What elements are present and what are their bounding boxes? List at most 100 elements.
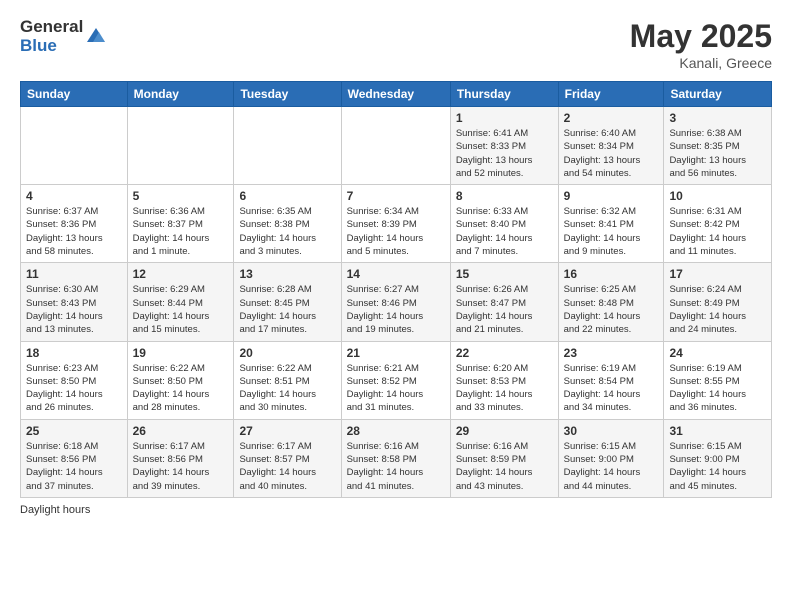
calendar-cell: 8Sunrise: 6:33 AM Sunset: 8:40 PM Daylig… xyxy=(450,185,558,263)
month-year: May 2025 xyxy=(630,18,772,55)
day-info: Sunrise: 6:34 AM Sunset: 8:39 PM Dayligh… xyxy=(347,205,445,258)
logo: General Blue xyxy=(20,18,107,55)
header-sunday: Sunday xyxy=(21,82,128,107)
day-number: 17 xyxy=(669,267,766,281)
day-number: 27 xyxy=(239,424,335,438)
day-info: Sunrise: 6:16 AM Sunset: 8:59 PM Dayligh… xyxy=(456,440,553,493)
header: General Blue May 2025 Kanali, Greece xyxy=(20,18,772,71)
day-info: Sunrise: 6:38 AM Sunset: 8:35 PM Dayligh… xyxy=(669,127,766,180)
day-info: Sunrise: 6:28 AM Sunset: 8:45 PM Dayligh… xyxy=(239,283,335,336)
calendar-cell xyxy=(234,107,341,185)
day-number: 24 xyxy=(669,346,766,360)
day-info: Sunrise: 6:40 AM Sunset: 8:34 PM Dayligh… xyxy=(564,127,659,180)
calendar-cell xyxy=(21,107,128,185)
day-number: 23 xyxy=(564,346,659,360)
day-info: Sunrise: 6:37 AM Sunset: 8:36 PM Dayligh… xyxy=(26,205,122,258)
calendar-cell: 6 Sunrise: 6:35 AM Sunset: 8:38 PM Daylig… xyxy=(234,185,341,263)
day-info: Sunrise: 6:19 AM Sunset: 8:54 PM Dayligh… xyxy=(564,362,659,415)
day-info: Sunrise: 6:25 AM Sunset: 8:48 PM Dayligh… xyxy=(564,283,659,336)
day-number: 16 xyxy=(564,267,659,281)
day-number: 12 xyxy=(133,267,229,281)
day-number: 15 xyxy=(456,267,553,281)
day-number: 26 xyxy=(133,424,229,438)
day-info: Sunrise: 6:22 AM Sunset: 8:51 PM Dayligh… xyxy=(239,362,335,415)
day-number: 10 xyxy=(669,189,766,203)
calendar-cell: 25Sunrise: 6:18 AM Sunset: 8:56 PM Dayli… xyxy=(21,419,128,497)
calendar-cell: 5Sunrise: 6:36 AM Sunset: 8:37 PM Daylig… xyxy=(127,185,234,263)
footer: Daylight hours xyxy=(20,504,772,516)
calendar-cell: 2Sunrise: 6:40 AM Sunset: 8:34 PM Daylig… xyxy=(558,107,664,185)
logo-text: General Blue xyxy=(20,18,83,55)
day-number: 6 xyxy=(239,189,335,203)
calendar-table: Sunday Monday Tuesday Wednesday Thursday… xyxy=(20,81,772,498)
header-monday: Monday xyxy=(127,82,234,107)
day-number: 9 xyxy=(564,189,659,203)
day-info: Sunrise: 6:15 AM Sunset: 9:00 PM Dayligh… xyxy=(669,440,766,493)
daylight-label: Daylight hours xyxy=(20,504,90,516)
calendar-cell: 30 Sunrise: 6:15 AM Sunset: 9:00 PM Dayli… xyxy=(558,419,664,497)
calendar-cell: 13 Sunrise: 6:28 AM Sunset: 8:45 PM Dayli… xyxy=(234,263,341,341)
day-number: 21 xyxy=(347,346,445,360)
calendar-cell: 11Sunrise: 6:30 AM Sunset: 8:43 PM Dayli… xyxy=(21,263,128,341)
day-info: Sunrise: 6:20 AM Sunset: 8:53 PM Dayligh… xyxy=(456,362,553,415)
calendar-cell: 18Sunrise: 6:23 AM Sunset: 8:50 PM Dayli… xyxy=(21,341,128,419)
calendar-cell: 29 Sunrise: 6:16 AM Sunset: 8:59 PM Dayli… xyxy=(450,419,558,497)
logo-icon xyxy=(85,24,107,46)
calendar-cell: 31Sunrise: 6:15 AM Sunset: 9:00 PM Dayli… xyxy=(664,419,772,497)
calendar-week-4: 18Sunrise: 6:23 AM Sunset: 8:50 PM Dayli… xyxy=(21,341,772,419)
day-number: 4 xyxy=(26,189,122,203)
day-info: Sunrise: 6:27 AM Sunset: 8:46 PM Dayligh… xyxy=(347,283,445,336)
calendar-week-5: 25Sunrise: 6:18 AM Sunset: 8:56 PM Dayli… xyxy=(21,419,772,497)
header-saturday: Saturday xyxy=(664,82,772,107)
header-tuesday: Tuesday xyxy=(234,82,341,107)
header-wednesday: Wednesday xyxy=(341,82,450,107)
day-number: 1 xyxy=(456,111,553,125)
day-number: 7 xyxy=(347,189,445,203)
calendar-week-1: 1Sunrise: 6:41 AM Sunset: 8:33 PM Daylig… xyxy=(21,107,772,185)
day-info: Sunrise: 6:32 AM Sunset: 8:41 PM Dayligh… xyxy=(564,205,659,258)
calendar-week-3: 11Sunrise: 6:30 AM Sunset: 8:43 PM Dayli… xyxy=(21,263,772,341)
calendar-cell: 16 Sunrise: 6:25 AM Sunset: 8:48 PM Dayli… xyxy=(558,263,664,341)
day-info: Sunrise: 6:19 AM Sunset: 8:55 PM Dayligh… xyxy=(669,362,766,415)
day-number: 22 xyxy=(456,346,553,360)
calendar-cell: 27Sunrise: 6:17 AM Sunset: 8:57 PM Dayli… xyxy=(234,419,341,497)
day-info: Sunrise: 6:35 AM Sunset: 8:38 PM Dayligh… xyxy=(239,205,335,258)
day-info: Sunrise: 6:17 AM Sunset: 8:56 PM Dayligh… xyxy=(133,440,229,493)
calendar-cell: 9 Sunrise: 6:32 AM Sunset: 8:41 PM Daylig… xyxy=(558,185,664,263)
calendar-cell: 22 Sunrise: 6:20 AM Sunset: 8:53 PM Dayli… xyxy=(450,341,558,419)
day-info: Sunrise: 6:29 AM Sunset: 8:44 PM Dayligh… xyxy=(133,283,229,336)
day-info: Sunrise: 6:31 AM Sunset: 8:42 PM Dayligh… xyxy=(669,205,766,258)
day-info: Sunrise: 6:16 AM Sunset: 8:58 PM Dayligh… xyxy=(347,440,445,493)
calendar-cell: 1Sunrise: 6:41 AM Sunset: 8:33 PM Daylig… xyxy=(450,107,558,185)
calendar-cell: 4 Sunrise: 6:37 AM Sunset: 8:36 PM Daylig… xyxy=(21,185,128,263)
calendar-cell: 12 Sunrise: 6:29 AM Sunset: 8:44 PM Dayli… xyxy=(127,263,234,341)
day-number: 30 xyxy=(564,424,659,438)
day-info: Sunrise: 6:36 AM Sunset: 8:37 PM Dayligh… xyxy=(133,205,229,258)
header-friday: Friday xyxy=(558,82,664,107)
day-number: 13 xyxy=(239,267,335,281)
calendar-cell: 15 Sunrise: 6:26 AM Sunset: 8:47 PM Dayli… xyxy=(450,263,558,341)
day-number: 20 xyxy=(239,346,335,360)
calendar-cell: 26 Sunrise: 6:17 AM Sunset: 8:56 PM Dayli… xyxy=(127,419,234,497)
calendar-cell: 28Sunrise: 6:16 AM Sunset: 8:58 PM Dayli… xyxy=(341,419,450,497)
day-info: Sunrise: 6:15 AM Sunset: 9:00 PM Dayligh… xyxy=(564,440,659,493)
weekday-header-row: Sunday Monday Tuesday Wednesday Thursday… xyxy=(21,82,772,107)
day-number: 3 xyxy=(669,111,766,125)
day-info: Sunrise: 6:18 AM Sunset: 8:56 PM Dayligh… xyxy=(26,440,122,493)
calendar-cell: 21Sunrise: 6:21 AM Sunset: 8:52 PM Dayli… xyxy=(341,341,450,419)
calendar-cell: 23 Sunrise: 6:19 AM Sunset: 8:54 PM Dayli… xyxy=(558,341,664,419)
calendar-cell: 20 Sunrise: 6:22 AM Sunset: 8:51 PM Dayli… xyxy=(234,341,341,419)
logo-blue: Blue xyxy=(20,37,83,56)
day-number: 18 xyxy=(26,346,122,360)
calendar-week-2: 4 Sunrise: 6:37 AM Sunset: 8:36 PM Daylig… xyxy=(21,185,772,263)
day-number: 8 xyxy=(456,189,553,203)
calendar-cell xyxy=(341,107,450,185)
day-info: Sunrise: 6:26 AM Sunset: 8:47 PM Dayligh… xyxy=(456,283,553,336)
day-info: Sunrise: 6:24 AM Sunset: 8:49 PM Dayligh… xyxy=(669,283,766,336)
calendar-cell: 7 Sunrise: 6:34 AM Sunset: 8:39 PM Daylig… xyxy=(341,185,450,263)
calendar-cell: 10 Sunrise: 6:31 AM Sunset: 8:42 PM Dayli… xyxy=(664,185,772,263)
day-number: 29 xyxy=(456,424,553,438)
day-info: Sunrise: 6:30 AM Sunset: 8:43 PM Dayligh… xyxy=(26,283,122,336)
location: Kanali, Greece xyxy=(630,55,772,71)
day-number: 19 xyxy=(133,346,229,360)
